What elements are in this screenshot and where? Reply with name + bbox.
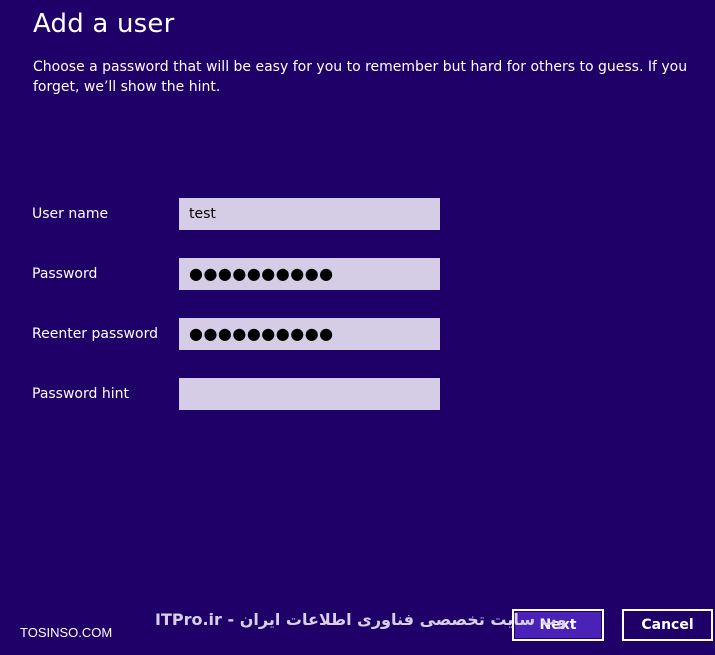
- page-title: Add a user: [33, 9, 175, 39]
- username-label: User name: [32, 206, 109, 222]
- reenter-password-field[interactable]: ●●●●●●●●●●: [179, 318, 440, 350]
- password-hint-label: Password hint: [32, 386, 129, 402]
- cancel-button[interactable]: Cancel: [622, 609, 713, 641]
- reenter-password-row: Reenter password ●●●●●●●●●●: [32, 318, 452, 350]
- username-row: User name test: [32, 198, 452, 230]
- watermark-itpro: ITPro.ir - وب سایت تخصصی فناوری اطلاعات …: [155, 610, 567, 629]
- reenter-password-label: Reenter password: [32, 326, 158, 342]
- password-hint-field[interactable]: [179, 378, 440, 410]
- password-label: Password: [32, 266, 98, 282]
- page-description: Choose a password that will be easy for …: [33, 59, 688, 95]
- watermark-tosinso: TOSINSO.COM: [20, 625, 113, 640]
- username-field[interactable]: test: [179, 198, 440, 230]
- password-hint-row: Password hint: [32, 378, 452, 410]
- password-row: Password ●●●●●●●●●●: [32, 258, 452, 290]
- cancel-button-label: Cancel: [641, 617, 694, 633]
- password-field[interactable]: ●●●●●●●●●●: [179, 258, 440, 290]
